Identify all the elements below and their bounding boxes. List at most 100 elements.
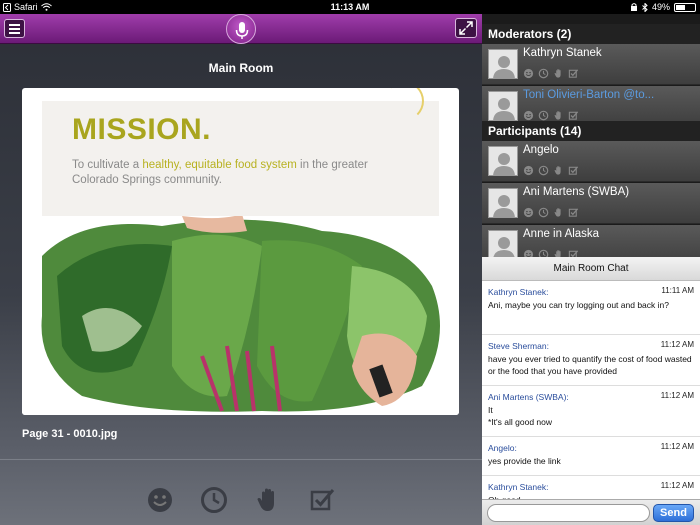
- chat-input-bar: Send: [482, 499, 700, 525]
- chat-time: 11:12 AM: [660, 340, 694, 349]
- status-icons-row: [0, 485, 482, 515]
- status-bar: Safari 11:13 AM 49%: [0, 0, 700, 14]
- avatar: [488, 230, 518, 260]
- default-avatar-icon: [489, 50, 517, 78]
- hamburger-line: [9, 27, 20, 30]
- microphone-icon: [235, 22, 249, 39]
- attendee-row[interactable]: Angelo: [482, 141, 700, 182]
- checkbox-agree-icon[interactable]: [568, 68, 579, 79]
- checkbox-agree-icon[interactable]: [568, 207, 579, 218]
- decorative-arc: [384, 88, 424, 121]
- chat-text: yes provide the link: [488, 456, 561, 466]
- raise-hand-icon[interactable]: [553, 110, 564, 121]
- bluetooth-icon: [642, 2, 648, 12]
- avatar: [488, 91, 518, 121]
- chat-message: Ani Martens (SWBA): 11:12 AM It *It's al…: [482, 386, 700, 437]
- chat-text: Ani, maybe you can try logging out and b…: [488, 300, 669, 310]
- chat-time: 11:12 AM: [660, 442, 694, 451]
- default-avatar-icon: [489, 147, 517, 175]
- slide-subtext-start: To cultivate a: [72, 159, 143, 171]
- avatar: [488, 49, 518, 79]
- smiley-icon[interactable]: [523, 68, 534, 79]
- clock-icon[interactable]: [199, 485, 229, 515]
- chat-time: 11:12 AM: [660, 391, 694, 400]
- orientation-lock-icon: [630, 2, 637, 11]
- status-right: 49%: [630, 2, 696, 12]
- attendee-name: Ani Martens (SWBA): [523, 186, 630, 198]
- chat-sender: Kathryn Stanek:: [488, 287, 549, 297]
- default-avatar-icon: [489, 231, 517, 259]
- expand-arrows-icon: [459, 21, 473, 35]
- chat-time: 11:12 AM: [660, 481, 694, 490]
- attendee-status-icons: [523, 165, 579, 176]
- menu-button[interactable]: [4, 19, 25, 38]
- attendee-name: Angelo: [523, 144, 559, 156]
- clock-icon[interactable]: [538, 110, 549, 121]
- raise-hand-icon[interactable]: [553, 68, 564, 79]
- avatar: [488, 146, 518, 176]
- checkbox-agree-icon[interactable]: [568, 165, 579, 176]
- avatar: [488, 188, 518, 218]
- checkbox-agree-icon[interactable]: [568, 110, 579, 121]
- checkbox-agree-icon[interactable]: [307, 485, 337, 515]
- chat-message: Steve Sherman: 11:12 AM have you ever tr…: [482, 335, 700, 386]
- presentation-pane: Main Room MISSION. To cultivate a health…: [0, 14, 482, 525]
- participants-header: Participants (14): [482, 121, 700, 141]
- smiley-icon[interactable]: [145, 485, 175, 515]
- default-avatar-icon: [489, 189, 517, 217]
- hamburger-icon: [9, 23, 20, 26]
- presentation-slide[interactable]: MISSION. To cultivate a healthy, equitab…: [22, 88, 459, 415]
- attendee-status-icons: [523, 68, 579, 79]
- smiley-icon[interactable]: [523, 110, 534, 121]
- default-avatar-icon: [489, 92, 517, 120]
- clock-icon[interactable]: [538, 68, 549, 79]
- page-label: Page 31 - 0010.jpg: [22, 428, 118, 440]
- attendee-name: Toni Olivieri-Barton @to...: [523, 89, 655, 101]
- battery-level: [676, 4, 685, 10]
- attendee-row[interactable]: Kathryn Stanek: [482, 44, 700, 85]
- chat-text: have you ever tried to quantify the cost…: [488, 354, 692, 376]
- chat-text: It *It's all good now: [488, 405, 552, 427]
- clock-icon[interactable]: [538, 207, 549, 218]
- status-time: 11:13 AM: [330, 2, 370, 12]
- chat-sender: Ani Martens (SWBA):: [488, 392, 569, 402]
- battery-icon: [674, 2, 696, 12]
- smiley-icon[interactable]: [523, 207, 534, 218]
- chat-sender: Steve Sherman:: [488, 341, 549, 351]
- fullscreen-button[interactable]: [455, 18, 477, 38]
- raise-hand-icon[interactable]: [553, 165, 564, 176]
- attendee-status-icons: [523, 110, 579, 121]
- slide-subtext-highlight: healthy, equitable food system: [142, 159, 297, 171]
- chat-message: Kathryn Stanek: 11:12 AM Oh good: [482, 476, 700, 499]
- attendee-name: Kathryn Stanek: [523, 47, 602, 59]
- chat-sender: Angelo:: [488, 443, 517, 453]
- smiley-icon[interactable]: [523, 165, 534, 176]
- chat-message: Kathryn Stanek: 11:11 AM Ani, maybe you …: [482, 281, 700, 335]
- clock-icon[interactable]: [538, 165, 549, 176]
- slide-mission-banner: MISSION. To cultivate a healthy, equitab…: [42, 88, 439, 216]
- raise-hand-icon[interactable]: [553, 207, 564, 218]
- chat-time: 11:11 AM: [661, 286, 694, 295]
- chat-message: Angelo: 11:12 AM yes provide the link: [482, 437, 700, 476]
- chat-messages[interactable]: Kathryn Stanek: 11:11 AM Ani, maybe you …: [482, 281, 700, 499]
- moderators-header: Moderators (2): [482, 24, 700, 44]
- attendee-name: Anne in Alaska: [523, 228, 600, 240]
- battery-percent: 49%: [651, 2, 670, 12]
- chat-title: Main Room Chat: [482, 257, 700, 281]
- kale-photo-image: [22, 216, 459, 415]
- microphone-button[interactable]: [226, 14, 256, 44]
- slide-subtext: To cultivate a healthy, equitable food s…: [72, 158, 402, 188]
- send-button[interactable]: Send: [653, 504, 694, 522]
- top-toolbar: [0, 14, 482, 44]
- room-title: Main Room: [208, 61, 274, 75]
- slide-heading: MISSION.: [72, 113, 212, 146]
- attendee-row[interactable]: Ani Martens (SWBA): [482, 183, 700, 224]
- status-actions-bar: [0, 459, 482, 525]
- hamburger-line: [9, 31, 20, 34]
- app-root: Safari 11:13 AM 49% Main Room MISSION. T…: [0, 0, 700, 525]
- chat-sender: Kathryn Stanek:: [488, 482, 549, 492]
- chat-input[interactable]: [487, 504, 650, 522]
- attendee-pane: Moderators (2) Kathryn Stanek Toni Olivi…: [482, 14, 700, 525]
- raise-hand-icon[interactable]: [253, 485, 283, 515]
- attendee-status-icons: [523, 207, 579, 218]
